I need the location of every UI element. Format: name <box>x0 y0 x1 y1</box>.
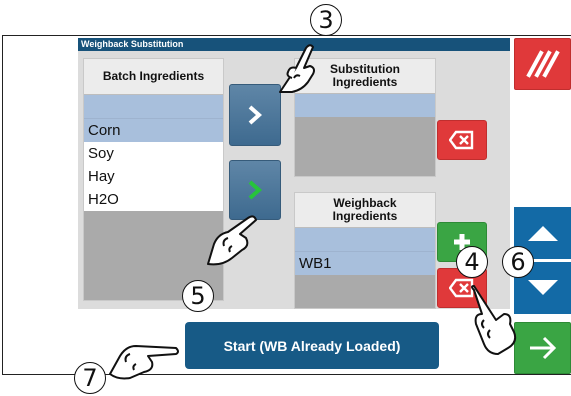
backspace-x-icon <box>449 278 474 298</box>
weighback-ingredients-header: Weighback Ingredients <box>295 193 435 228</box>
batch-ingredients-header: Batch Ingredients <box>84 59 223 95</box>
callout-5: 5 <box>182 280 214 312</box>
batch-ingredient-row[interactable]: H2O <box>84 188 223 211</box>
triangle-up-icon <box>527 226 558 241</box>
slashes-icon <box>525 50 560 78</box>
start-button[interactable]: Start (WB Already Loaded) <box>185 322 439 369</box>
triangle-down-icon <box>527 280 558 295</box>
enter-button[interactable] <box>514 322 571 374</box>
callout-4: 4 <box>456 246 488 278</box>
chevron-right-icon <box>248 180 263 200</box>
clear-substitution-button[interactable] <box>437 120 487 160</box>
batch-ingredient-row[interactable] <box>84 95 223 118</box>
arrow-into-icon <box>529 336 556 360</box>
weighback-ingredient-row[interactable]: WB1 <box>295 251 435 275</box>
weighback-ingredient-row[interactable] <box>295 228 435 251</box>
cancel-button[interactable] <box>514 38 571 90</box>
chevron-right-icon <box>248 105 263 125</box>
substitution-ingredients-list[interactable]: Substitution Ingredients <box>294 58 436 177</box>
batch-ingredients-list[interactable]: Batch Ingredients Corn Soy Hay H2O <box>83 58 224 301</box>
batch-ingredient-row[interactable]: Hay <box>84 165 223 188</box>
weighback-ingredients-list[interactable]: Weighback Ingredients WB1 <box>294 192 436 309</box>
move-to-weighback-button[interactable] <box>229 160 281 220</box>
callout-3: 3 <box>310 4 342 36</box>
move-to-substitution-button[interactable] <box>229 84 281 146</box>
substitution-ingredients-header: Substitution Ingredients <box>295 59 435 94</box>
backspace-x-icon <box>449 130 474 150</box>
batch-ingredient-row[interactable]: Soy <box>84 142 223 165</box>
window-title: Weighback Substitution <box>78 38 510 51</box>
batch-ingredient-row[interactable]: Corn <box>84 118 223 142</box>
callout-6: 6 <box>502 246 534 278</box>
substitution-ingredient-row[interactable] <box>295 94 435 117</box>
callout-7: 7 <box>74 362 106 394</box>
